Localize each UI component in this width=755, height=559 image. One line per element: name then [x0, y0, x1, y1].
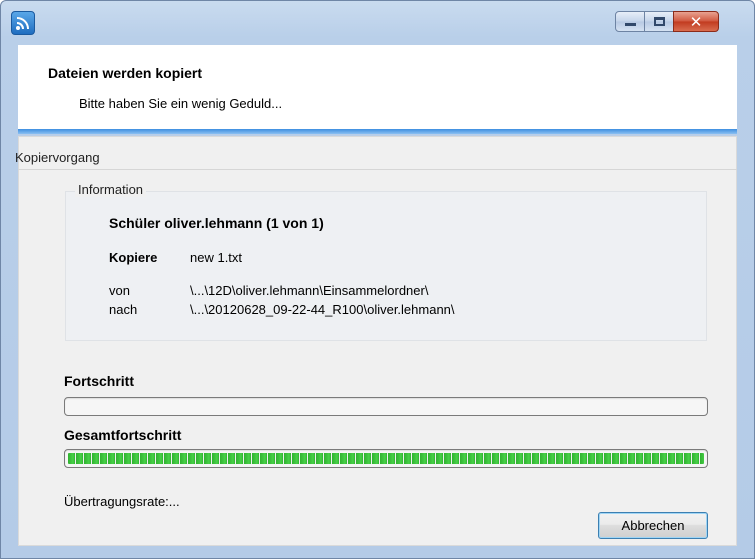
minimize-button[interactable]	[615, 11, 645, 32]
dialog-header: Dateien werden kopiert Bitte haben Sie e…	[18, 45, 737, 129]
total-progress-label: Gesamtfortschritt	[64, 427, 182, 443]
copy-label: Kopiere	[109, 250, 158, 265]
student-label: Schüler oliver.lehmann (1 von 1)	[109, 215, 324, 231]
transfer-rate-label: Übertragungsrate:...	[64, 494, 180, 509]
minimize-icon	[625, 23, 636, 26]
header-title: Dateien werden kopiert	[48, 65, 203, 81]
progress-label: Fortschritt	[64, 373, 134, 389]
maximize-button[interactable]	[644, 11, 674, 32]
header-divider	[18, 129, 737, 134]
copy-dialog-window: ✕ Dateien werden kopiert Bitte haben Sie…	[0, 0, 755, 559]
title-bar[interactable]: ✕	[1, 1, 754, 45]
destination-label: nach	[109, 302, 138, 317]
destination-path: \...\20120628_09-22-44_R100\oliver.lehma…	[190, 302, 455, 317]
total-progress-bar	[64, 449, 708, 468]
header-subtitle: Bitte haben Sie ein wenig Geduld...	[79, 96, 283, 111]
copy-file-name: new 1.txt	[190, 250, 243, 265]
group-caption: Kopiervorgang	[15, 150, 100, 165]
source-path: \...\12D\oliver.lehmann\Einsammelordner\	[190, 283, 429, 298]
information-groupbox	[65, 191, 707, 341]
wireless-app-icon	[11, 11, 35, 35]
maximize-icon	[654, 17, 665, 26]
source-label: von	[109, 283, 130, 298]
cancel-button[interactable]: Abbrechen	[598, 512, 708, 539]
total-progress-fill	[68, 453, 704, 464]
group-divider	[18, 169, 737, 170]
information-caption: Information	[75, 182, 147, 197]
file-progress-bar	[64, 397, 708, 416]
close-button[interactable]: ✕	[673, 11, 719, 32]
close-icon: ✕	[689, 13, 703, 31]
